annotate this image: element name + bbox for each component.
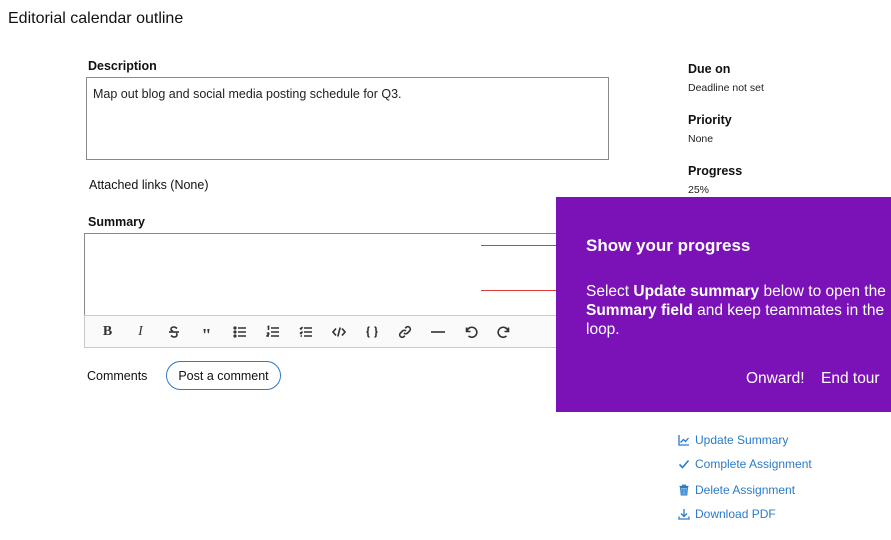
complete-assignment-label: Complete Assignment [695,457,812,471]
tour-onward-button[interactable]: Onward! [746,370,805,388]
comments-label: Comments [87,369,148,383]
tour-title: Show your progress [586,236,751,255]
update-summary-link[interactable]: Update Summary [678,433,788,447]
undo-icon[interactable] [454,318,487,346]
checklist-icon[interactable] [289,318,322,346]
download-pdf-label: Download PDF [695,507,776,521]
summary-label: Summary [88,215,145,229]
code-block-icon[interactable] [355,318,388,346]
quote-icon[interactable]: " [190,318,223,346]
redo-icon[interactable] [487,318,520,346]
tour-body-text-1: Select [586,283,634,300]
delete-assignment-label: Delete Assignment [695,483,796,497]
numbered-list-icon[interactable] [256,318,289,346]
priority-value: None [688,133,714,145]
complete-assignment-link[interactable]: Complete Assignment [678,457,812,471]
download-pdf-link[interactable]: Download PDF [678,507,776,521]
priority-label: Priority [688,113,732,127]
link-icon[interactable] [388,318,421,346]
chart-icon [678,435,689,446]
description-label: Description [88,59,157,73]
tour-popover: Show your progress Select Update summary… [556,197,891,412]
progress-value: 25% [688,184,710,196]
post-comment-button[interactable]: Post a comment [166,361,281,390]
progress-label: Progress [688,164,743,178]
download-icon [678,509,690,520]
bullet-list-icon[interactable] [223,318,256,346]
due-on-label: Due on [688,62,731,76]
italic-icon[interactable]: I [124,318,157,346]
delete-assignment-link[interactable]: Delete Assignment [678,483,795,497]
code-icon[interactable] [322,318,355,346]
update-summary-label: Update Summary [695,433,789,447]
attached-links-label: Attached links (None) [89,178,209,192]
tour-body: Select Update summary below to open the … [586,282,886,339]
tour-body-bold-1: Update summary [633,283,760,300]
horizontal-rule-icon[interactable] [421,318,454,346]
page-title: Editorial calendar outline [8,10,184,27]
tour-body-bold-2: Summary field [586,302,693,319]
tour-end-button[interactable]: End tour [821,370,880,388]
strikethrough-icon[interactable] [157,318,190,346]
tour-body-text-2: below to open the [759,283,886,300]
description-field[interactable]: Map out blog and social media posting sc… [86,77,609,160]
due-on-value: Deadline not set [688,82,764,94]
bold-icon[interactable]: B [91,318,124,346]
trash-icon [679,484,689,496]
checkmark-icon [678,459,690,469]
